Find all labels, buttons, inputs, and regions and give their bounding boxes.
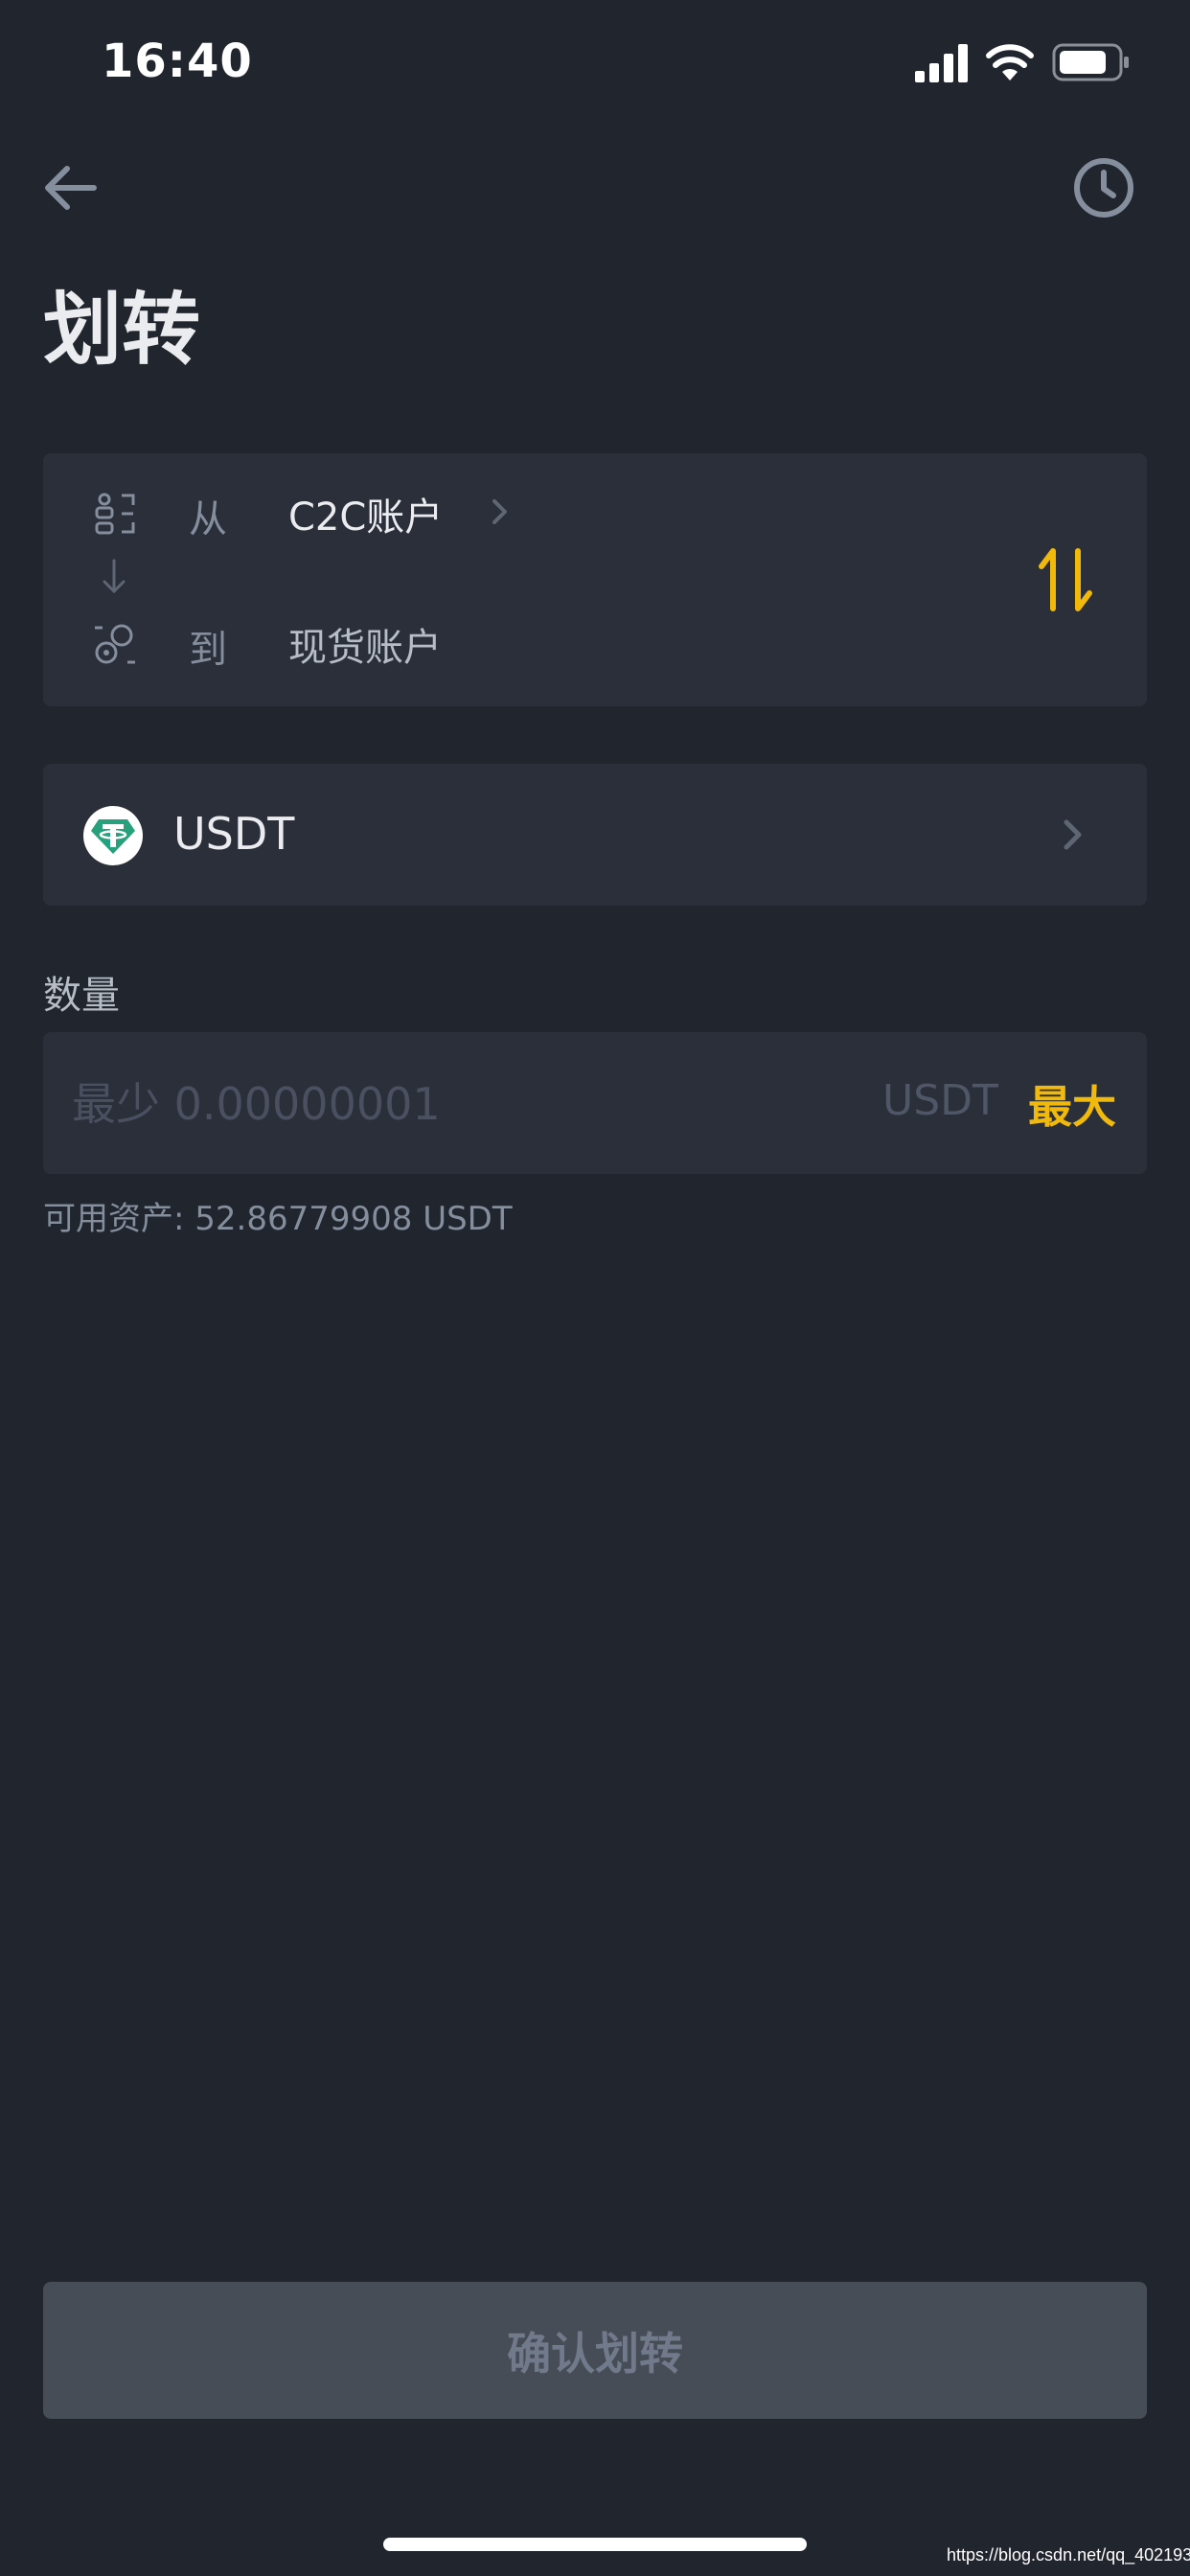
coin-select[interactable]: USDT [43,764,1147,906]
wifi-icon [986,44,1034,80]
transfer-direction-card: 从 C2C账户 到 现货账户 [43,453,1147,706]
arrow-left-icon[interactable] [40,157,102,218]
to-account-select[interactable]: 现货账户 [288,616,442,672]
transfer-page: 16:40 划转 从 C2C账户 到 现货账户 USDT 数量 最少 0.000… [0,0,1190,2576]
clock-icon[interactable] [1071,155,1136,220]
status-time: 16:40 [102,34,253,88]
from-label: 从 [189,497,227,541]
arrow-down-icon [103,559,126,594]
page-title: 划转 [43,285,201,376]
to-label: 到 [189,628,227,672]
battery-icon [1052,43,1129,81]
from-account-select[interactable]: C2C账户 [288,486,443,541]
chevron-right-icon [1064,819,1082,850]
available-balance: 可用资产: 52.86779908 USDT [43,1200,513,1238]
amount-input[interactable] [72,1070,838,1138]
coin-name: USDT [173,808,295,860]
home-indicator[interactable] [383,2538,807,2551]
amount-unit: USDT [882,1076,998,1125]
chevron-right-icon[interactable] [490,497,511,526]
confirm-transfer-button[interactable]: 确认划转 [43,2282,1147,2419]
swap-vertical-icon[interactable] [1036,545,1095,614]
amount-field: USDT 最大 [43,1032,1147,1174]
account-to-icon [95,624,135,664]
usdt-logo-icon [83,806,143,865]
signal-icon [915,44,968,82]
watermark: https://blog.csdn.net/qq_40219350 [947,2545,1190,2564]
amount-label: 数量 [43,974,120,1018]
account-from-icon [95,493,135,535]
max-button[interactable]: 最大 [1028,1072,1116,1136]
status-bar: 16:40 [0,0,1190,126]
